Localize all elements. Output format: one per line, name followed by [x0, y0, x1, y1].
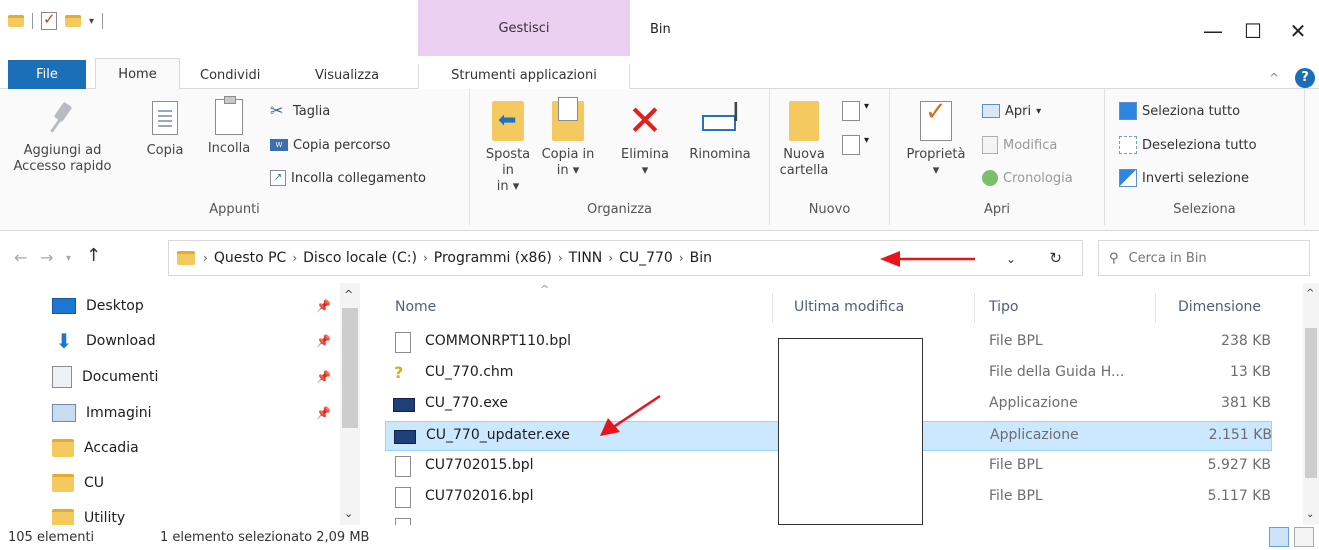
- annotation-arrow-file: [600, 394, 661, 436]
- annotation-arrow-address: [880, 251, 975, 267]
- annotation-arrows: [600, 251, 975, 436]
